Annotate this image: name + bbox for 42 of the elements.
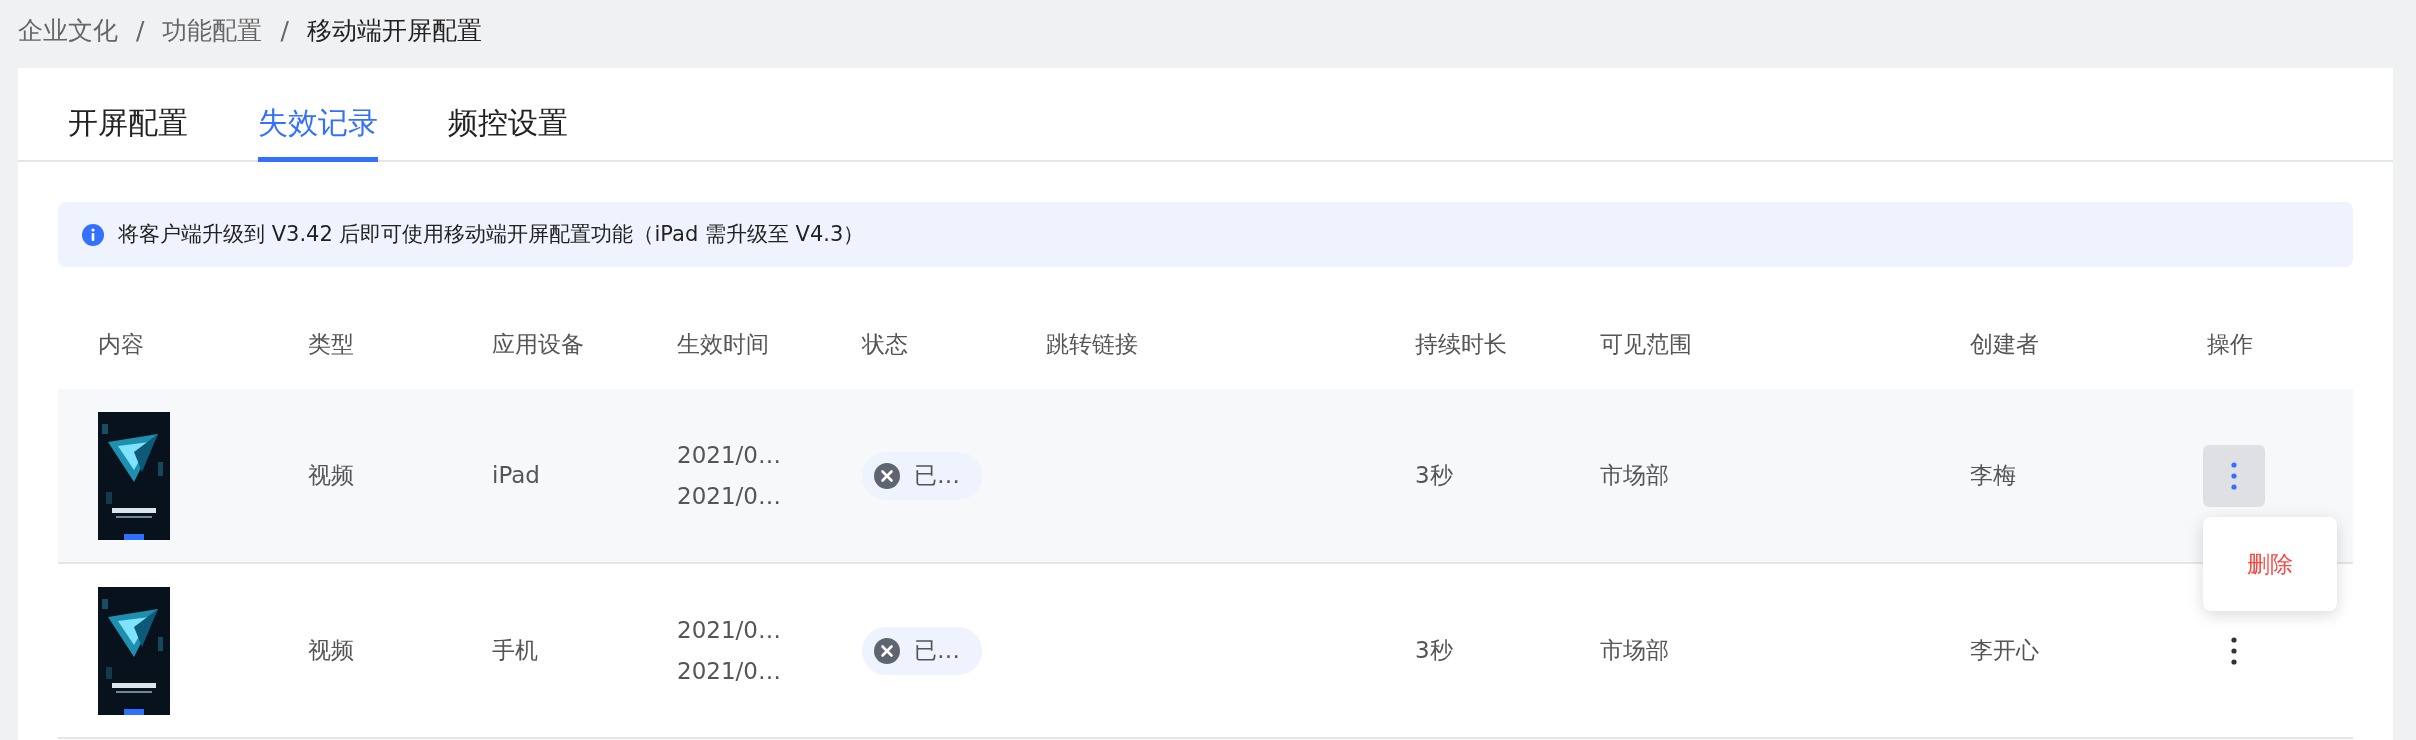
breadcrumb-separator: / [136,15,145,47]
column-header: 生效时间 [677,331,769,357]
column-header: 操作 [2207,331,2253,357]
column-header: 持续时长 [1415,331,1507,357]
table-cell-text: 市场部 [1600,461,1669,491]
column-header: 类型 [308,331,354,357]
status-text: 已… [914,636,960,666]
table-cell-text: 手机 [492,636,538,666]
end-time: 2021/0… [677,656,781,686]
status-text: 已… [914,461,960,491]
column-header: 内容 [98,331,144,357]
close-icon [874,462,900,489]
table-cell-text: 李开心 [1970,636,2039,666]
more-icon [2231,461,2237,490]
table-cell-text: 市场部 [1600,636,1669,666]
delete-menu-item[interactable]: 删除 [2203,529,2337,599]
start-time: 2021/0… [677,441,781,470]
tab[interactable]: 失效记录 [258,68,378,162]
table-cell-text: 视频 [308,636,354,666]
tab[interactable]: 开屏配置 [68,68,188,162]
breadcrumb-item: 移动端开屏配置 [306,15,482,47]
tab[interactable]: 频控设置 [448,68,568,162]
table-cell-text: 李梅 [1970,461,2016,491]
table-cell-text: 视频 [308,461,354,491]
column-header: 跳转链接 [1046,331,1138,357]
column-header: 应用设备 [492,331,584,357]
column-header: 可见范围 [1600,331,1692,357]
table-cell-text: 3秒 [1415,636,1453,666]
start-time: 2021/0… [677,616,781,645]
info-icon [82,223,104,246]
alert-text: 将客户端升级到 V3.42 后即可使用移动端开屏配置功能（iPad 需升级至 V4.3） [118,220,865,248]
end-time: 2021/0… [677,481,781,511]
table-cell-text: 3秒 [1415,461,1453,491]
more-icon [2231,636,2237,665]
more-button[interactable] [2203,444,2265,507]
table-cell-text: iPad [492,461,540,491]
breadcrumb-item[interactable]: 企业文化 [18,12,118,68]
column-header: 创建者 [1970,331,2039,357]
close-icon [874,637,900,664]
breadcrumb-separator: / [280,15,289,47]
column-header: 状态 [862,331,908,357]
breadcrumb-item[interactable]: 功能配置 [162,12,263,68]
